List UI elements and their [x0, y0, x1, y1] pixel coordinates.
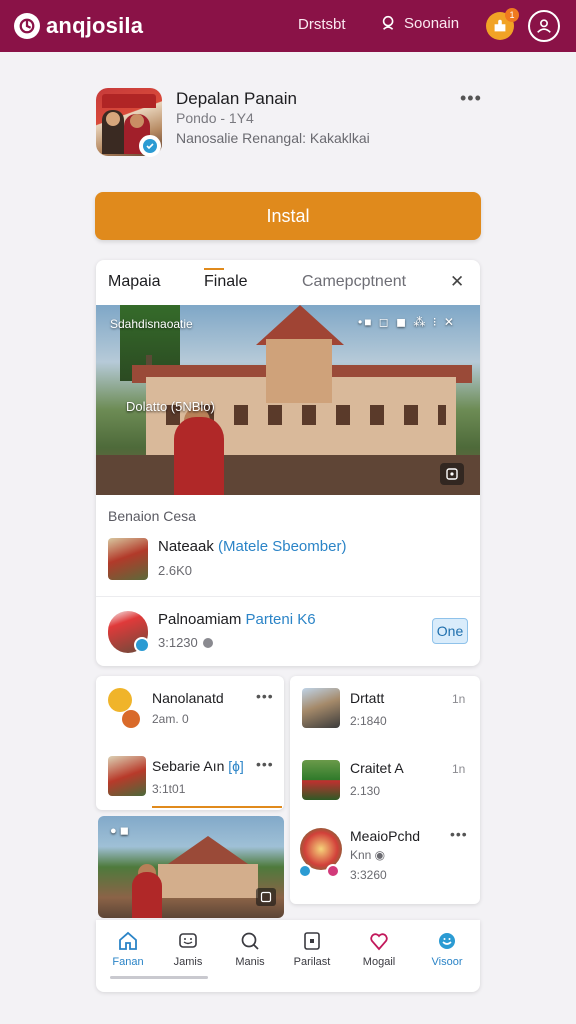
profile-button[interactable]: [528, 10, 560, 42]
item-title: Palnoamiam Parteni K6: [158, 611, 316, 628]
brand-logo-icon: [14, 13, 40, 39]
nav-label: Manis: [235, 956, 265, 968]
item-meta: 2am. 0: [152, 712, 189, 726]
hero-controls[interactable]: •■ ◻ ◼ ⁂ ⁝ ✕: [358, 315, 456, 329]
photo-card[interactable]: ● ◼: [98, 816, 284, 918]
avatar: [108, 688, 132, 712]
nav-item-chat[interactable]: Jamis: [160, 930, 216, 968]
left-list-card: Nanolanatd 2am. 0 ••• Sebarie Aın [ɸ] 3:…: [96, 676, 284, 810]
square-icon: [304, 932, 320, 950]
photo-controls-icon[interactable]: ● ◼: [110, 824, 129, 837]
user-icon: [537, 19, 551, 33]
scroll-indicator[interactable]: [110, 976, 208, 979]
more-options-icon[interactable]: •••: [460, 88, 482, 109]
hero-image[interactable]: Sdahdisnaoatie •■ ◻ ◼ ⁂ ⁝ ✕ Dolatto (5NB…: [96, 305, 480, 495]
app-developer[interactable]: Nanosalie Renangal: Kakaklkai: [176, 130, 370, 146]
item-name: Craitet A: [350, 760, 404, 776]
avatar: [108, 756, 146, 796]
item-name: Drtatt: [350, 690, 385, 706]
avatar: [302, 760, 340, 800]
verified-icon: [134, 637, 150, 653]
tab-3[interactable]: Camepcptnent: [302, 273, 406, 291]
status-dot-icon: [202, 637, 213, 648]
content-card: Mapaia Finale Camepcptnent ✕ Sdahdisnaoa…: [96, 260, 480, 666]
hero-sub-label: Dolatto (5NBlo): [126, 399, 215, 414]
item-side-label: 1n: [452, 692, 466, 706]
nav-label: Jamis: [173, 956, 203, 968]
search-icon: [382, 15, 394, 30]
item-meta: Knn ◉: [350, 848, 386, 862]
hero-top-label: Sdahdisnaoatie: [110, 317, 193, 331]
install-button[interactable]: Instal: [95, 192, 481, 240]
top-bar: anqjosila Drstsbt Soonain 1: [0, 0, 576, 52]
item-thumbnail: [108, 538, 148, 580]
verified-badge-icon: [139, 135, 161, 157]
heart-badge-icon: [326, 864, 340, 878]
avatar: [302, 688, 340, 728]
tab-2[interactable]: Finale: [204, 273, 248, 291]
tab-bar: Mapaia Finale Camepcptnent ✕: [96, 260, 480, 304]
nav-label: Parilast: [293, 956, 331, 968]
nav-label: Fanan: [112, 956, 144, 968]
expand-icon[interactable]: [440, 463, 464, 485]
nav-label: Visoor: [431, 956, 463, 968]
item-title: Nateaak (Matele Sbeomber): [158, 538, 347, 555]
notification-button[interactable]: 1: [486, 8, 519, 40]
heart-icon: [370, 933, 388, 951]
smile-icon: [439, 933, 455, 949]
item-subtitle: 3:1230: [158, 635, 213, 650]
more-options-icon[interactable]: •••: [450, 826, 468, 842]
nav-item-library[interactable]: Parilast: [284, 930, 340, 968]
item-meta: 3:1t01: [152, 782, 186, 796]
item-meta: 2:1840: [350, 714, 387, 728]
nav-item-home[interactable]: Fanan: [100, 930, 156, 968]
progress-line: [152, 806, 282, 808]
top-link[interactable]: Drstsbt: [298, 16, 346, 33]
search-icon: [241, 932, 259, 950]
item-name: Nanolanatd: [152, 690, 224, 706]
open-button[interactable]: One: [432, 618, 468, 644]
home-icon: [119, 931, 137, 950]
notification-badge: 1: [505, 8, 519, 22]
nav-item-favorites[interactable]: Mogail: [351, 930, 407, 968]
verified-icon: [298, 864, 312, 878]
nav-item-search[interactable]: Manis: [222, 930, 278, 968]
app-title: Depalan Panain: [176, 89, 297, 108]
top-search-button[interactable]: Soonain: [380, 14, 459, 32]
item-name: Sebarie Aın [ɸ]: [152, 758, 244, 774]
brand-name: anqjosila: [46, 13, 144, 38]
top-search-label: Soonain: [404, 14, 460, 32]
list-item[interactable]: Palnoamiam Parteni K6 3:1230: [96, 607, 480, 667]
bottom-nav: Fanan Jamis Manis Parilast Mogail Visoor: [96, 920, 480, 992]
section-label: Benaion Cesa: [108, 508, 196, 524]
item-meta: 2.130: [350, 784, 381, 798]
brand[interactable]: anqjosila: [14, 13, 143, 39]
avatar-secondary: [122, 710, 140, 728]
more-options-icon[interactable]: •••: [256, 688, 274, 704]
tab-1[interactable]: Mapaia: [108, 273, 160, 291]
app-meta: Pondo - 1Y4: [176, 110, 254, 126]
item-name: MeaioPchd: [350, 828, 421, 844]
item-side-label: 1n: [452, 762, 466, 776]
nav-label: Mogail: [362, 956, 396, 968]
list-item[interactable]: Nateaak (Matele Sbeomber) 2.6K0: [96, 535, 480, 595]
nav-item-visitor[interactable]: Visoor: [419, 930, 475, 968]
more-options-icon[interactable]: •••: [256, 756, 274, 772]
right-list-card: Drtatt 2:1840 1n Craitet A 2.130 1n Meai…: [290, 676, 480, 904]
close-icon[interactable]: ✕: [450, 272, 464, 292]
item-subtitle: 2.6K0: [158, 563, 192, 578]
chat-icon: [179, 933, 197, 948]
divider: [96, 596, 480, 597]
expand-icon[interactable]: [256, 888, 276, 906]
item-meta-secondary: 3:3260: [350, 868, 387, 882]
active-tab-indicator: [204, 268, 224, 270]
